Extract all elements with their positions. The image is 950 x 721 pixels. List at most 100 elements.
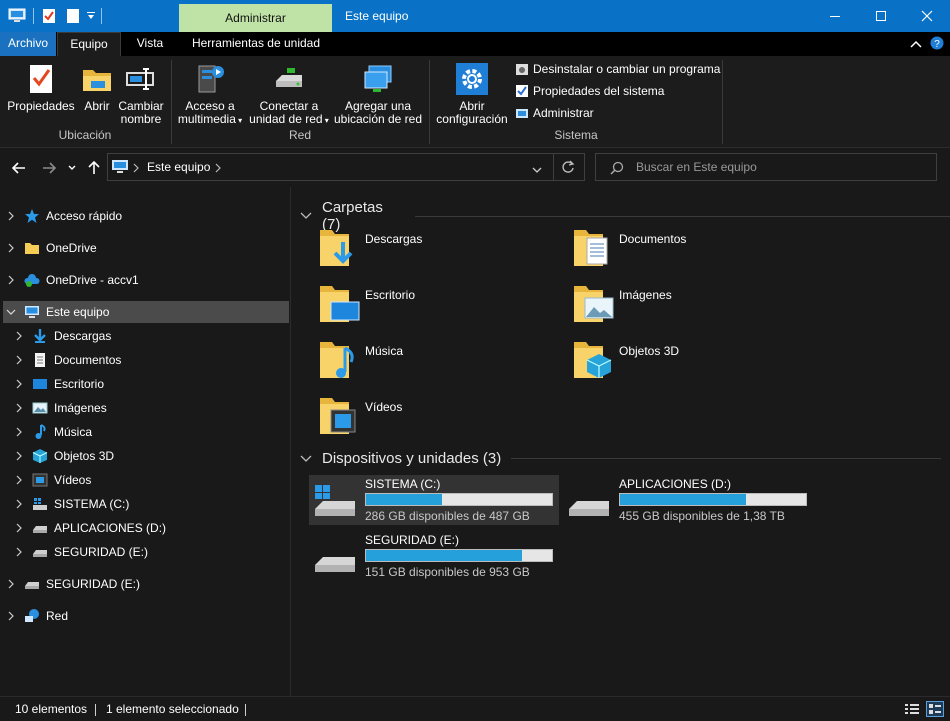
- chevron-down-icon[interactable]: [6, 307, 16, 317]
- media-server-icon: [198, 65, 224, 93]
- group-header-drives[interactable]: Dispositivos y unidades (3): [300, 450, 942, 467]
- nav-downloads[interactable]: Descargas: [14, 325, 111, 347]
- chevron-right-icon[interactable]: [14, 427, 24, 437]
- chevron-right-icon[interactable]: [6, 211, 16, 221]
- chevron-right-icon[interactable]: [14, 379, 24, 389]
- music-folder-icon: [320, 342, 354, 378]
- system-properties-label: Propiedades del sistema: [533, 84, 665, 98]
- forward-button[interactable]: [40, 159, 58, 177]
- uninstall-program-button[interactable]: Desinstalar o cambiar un programa: [515, 62, 720, 76]
- nav-desktop[interactable]: Escritorio: [14, 373, 104, 395]
- chevron-right-icon[interactable]: [6, 579, 16, 589]
- address-dropdown-icon[interactable]: [532, 163, 542, 177]
- nav-label: Objetos 3D: [54, 449, 115, 463]
- nav-usb-drive[interactable]: SEGURIDAD (E:): [0, 573, 290, 595]
- search-box[interactable]: Buscar en Este equipo: [595, 153, 937, 181]
- nav-label: OneDrive: [46, 241, 97, 255]
- windows-drive-icon: [315, 485, 355, 516]
- map-network-drive-button[interactable]: Conectar a unidad de red ▾: [247, 56, 331, 127]
- nav-drive-e[interactable]: SEGURIDAD (E:): [14, 541, 148, 563]
- tab-view[interactable]: Vista: [124, 32, 176, 56]
- folder-pictures[interactable]: Imágenes: [573, 282, 823, 332]
- up-button[interactable]: [85, 159, 103, 177]
- computer-management-icon: [516, 109, 528, 118]
- chevron-right-icon[interactable]: [6, 275, 16, 285]
- group-divider: [414, 215, 950, 217]
- properties-quick-icon[interactable]: [42, 7, 56, 25]
- tab-file[interactable]: Archivo: [0, 32, 56, 56]
- chevron-right-icon[interactable]: [14, 451, 24, 461]
- nav-label: Descargas: [54, 329, 112, 343]
- open-label: Abrir: [84, 99, 110, 113]
- system-properties-icon: [516, 85, 528, 97]
- open-button[interactable]: Abrir: [78, 56, 116, 113]
- chevron-right-icon[interactable]: [133, 162, 139, 176]
- chevron-right-icon[interactable]: [14, 331, 24, 341]
- system-properties-button[interactable]: Propiedades del sistema: [515, 84, 664, 98]
- tab-drive-tools[interactable]: Herramientas de unidad: [180, 32, 332, 56]
- drive-e[interactable]: SEGURIDAD (E:) 151 GB disponibles de 953…: [309, 531, 559, 581]
- chevron-right-icon[interactable]: [14, 499, 24, 509]
- add-network-location-button[interactable]: Agregar una ubicación de red: [333, 56, 423, 126]
- open-settings-button[interactable]: Abrir configuración: [434, 56, 510, 126]
- folder-3d-objects[interactable]: Objetos 3D: [573, 338, 823, 388]
- folder-name: Música: [365, 344, 404, 358]
- nav-label: Documentos: [54, 353, 122, 367]
- nav-drive-d[interactable]: APLICACIONES (D:): [14, 517, 166, 539]
- chevron-right-icon[interactable]: [14, 547, 24, 557]
- nav-documents[interactable]: Documentos: [14, 349, 121, 371]
- access-media-button[interactable]: Acceso a multimedia ▾: [176, 56, 244, 127]
- nav-music[interactable]: Música: [14, 421, 92, 443]
- rename-button[interactable]: Cambiar nombre: [118, 56, 164, 126]
- window-title: Este equipo: [345, 9, 409, 23]
- help-icon[interactable]: ?: [930, 36, 944, 53]
- close-button[interactable]: [904, 0, 950, 32]
- nav-onedrive-accv[interactable]: OneDrive - accv1: [0, 269, 290, 291]
- address-path[interactable]: Este equipo: [147, 160, 210, 174]
- chevron-right-icon[interactable]: [14, 475, 24, 485]
- drive-c[interactable]: SISTEMA (C:) 286 GB disponibles de 487 G…: [309, 475, 559, 525]
- nav-3d-objects[interactable]: Objetos 3D: [14, 445, 114, 467]
- back-button[interactable]: [10, 159, 28, 177]
- status-divider: [95, 704, 96, 716]
- chevron-right-icon[interactable]: [14, 523, 24, 533]
- tab-computer[interactable]: Equipo: [57, 32, 121, 56]
- new-folder-quick-icon[interactable]: [66, 7, 80, 25]
- chevron-right-icon[interactable]: [6, 243, 16, 253]
- nav-label: Música: [54, 425, 93, 439]
- folder-videos[interactable]: Vídeos: [319, 394, 569, 444]
- folder-documents[interactable]: Documentos: [573, 226, 823, 276]
- collapse-ribbon-icon[interactable]: [910, 38, 922, 52]
- minimize-button[interactable]: [812, 0, 858, 32]
- drive-d[interactable]: APLICACIONES (D:) 455 GB disponibles de …: [563, 475, 813, 525]
- properties-button[interactable]: Propiedades: [6, 56, 76, 113]
- nav-this-pc[interactable]: Este equipo: [3, 301, 289, 323]
- cube-icon: [32, 449, 48, 463]
- item-count: 10 elementos: [15, 702, 88, 716]
- tiles-view-icon[interactable]: [926, 701, 944, 717]
- customize-quick-access-icon[interactable]: [86, 7, 96, 25]
- desktop-folder-icon: [320, 286, 360, 322]
- this-pc-icon[interactable]: [8, 7, 26, 25]
- nav-quick-access[interactable]: Acceso rápido: [0, 205, 290, 227]
- details-view-icon[interactable]: [904, 702, 920, 719]
- address-bar[interactable]: Este equipo: [107, 153, 585, 181]
- context-tab-manage[interactable]: Administrar: [179, 4, 332, 32]
- manage-button[interactable]: Administrar: [515, 106, 594, 120]
- uninstall-icon: [516, 64, 528, 75]
- refresh-icon[interactable]: [561, 160, 575, 177]
- nav-onedrive[interactable]: OneDrive: [0, 237, 290, 259]
- chevron-right-icon[interactable]: [215, 162, 221, 176]
- folder-downloads[interactable]: Descargas: [319, 226, 569, 276]
- recent-locations-button[interactable]: [66, 159, 78, 177]
- nav-pictures[interactable]: Imágenes: [14, 397, 107, 419]
- folder-music[interactable]: Música: [319, 338, 569, 388]
- chevron-right-icon[interactable]: [14, 403, 24, 413]
- folder-desktop[interactable]: Escritorio: [319, 282, 569, 332]
- chevron-right-icon[interactable]: [6, 611, 16, 621]
- chevron-right-icon[interactable]: [14, 355, 24, 365]
- nav-videos[interactable]: Vídeos: [14, 469, 91, 491]
- maximize-button[interactable]: [858, 0, 904, 32]
- nav-network[interactable]: Red: [0, 605, 290, 627]
- nav-drive-c[interactable]: SISTEMA (C:): [14, 493, 129, 515]
